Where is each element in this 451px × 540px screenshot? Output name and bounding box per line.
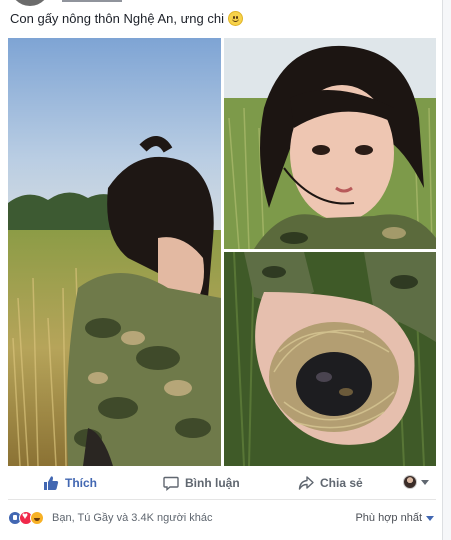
share-arrow-icon bbox=[298, 475, 314, 491]
share-button[interactable]: Chia sẻ bbox=[298, 475, 363, 491]
author-avatar[interactable] bbox=[10, 0, 50, 6]
profile-avatar bbox=[403, 475, 417, 489]
comment-button[interactable]: Bình luận bbox=[163, 475, 240, 491]
comment-icon bbox=[163, 475, 179, 491]
header-remnant bbox=[62, 0, 122, 2]
smiley-icon bbox=[227, 11, 243, 26]
thumbs-up-icon bbox=[43, 475, 59, 491]
comment-sort-dropdown[interactable]: Phù hợp nhất bbox=[355, 512, 434, 524]
post-caption: Con gấy nông thôn Nghệ An, ưng chi bbox=[10, 11, 243, 26]
photo-girl-face-closeup[interactable] bbox=[224, 38, 436, 249]
photo-girl-in-rice-field[interactable] bbox=[8, 38, 221, 466]
comment-label: Bình luận bbox=[185, 476, 240, 490]
chevron-down-icon bbox=[421, 479, 429, 485]
photo-hands-holding-nest[interactable] bbox=[224, 252, 436, 466]
page-scrollbar[interactable] bbox=[443, 0, 451, 540]
chevron-down-icon bbox=[426, 515, 434, 521]
like-button[interactable]: Thích bbox=[43, 475, 97, 491]
post-caption-text: Con gấy nông thôn Nghệ An, ưng chi bbox=[10, 11, 224, 26]
reactions-row: Bạn, Tú Gầy và 3.4K người khác Phù hợp n… bbox=[8, 508, 436, 530]
reactions-summary[interactable]: Bạn, Tú Gầy và 3.4K người khác bbox=[52, 512, 213, 524]
like-label: Thích bbox=[65, 476, 97, 490]
share-label: Chia sẻ bbox=[320, 476, 363, 490]
haha-reaction-icon bbox=[30, 511, 44, 525]
post-card: Con gấy nông thôn Nghệ An, ưng chi Thích… bbox=[0, 0, 443, 540]
post-as-selector[interactable] bbox=[403, 475, 429, 489]
sort-label: Phù hợp nhất bbox=[355, 512, 422, 524]
reaction-icons[interactable] bbox=[8, 511, 44, 525]
post-actions-bar: Thích Bình luận Chia sẻ bbox=[8, 467, 436, 500]
